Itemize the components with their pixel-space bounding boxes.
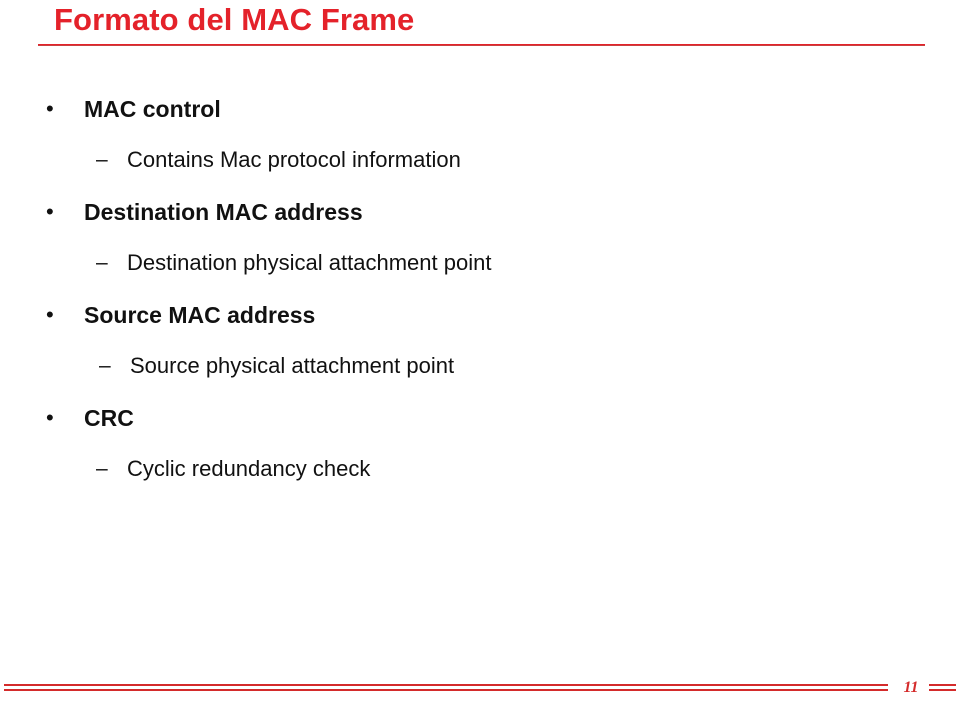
bullet-dot-icon: • [46, 199, 54, 224]
list-item-level1-label: Source MAC address [84, 302, 316, 328]
bullet-dash-icon: – [96, 148, 108, 171]
footer-divider-left [4, 684, 888, 692]
list-item-level2: – Contains Mac protocol information [0, 143, 960, 195]
bullet-group: • Destination MAC address – Destination … [0, 195, 960, 298]
list-item-level2-label: Destination physical attachment point [127, 250, 492, 275]
page-title: Formato del MAC Frame [54, 2, 415, 37]
list-item-level2: – Destination physical attachment point [0, 246, 960, 298]
bullet-dot-icon: • [46, 405, 54, 430]
footer-divider-right [929, 684, 956, 692]
bullet-dash-icon: – [99, 354, 111, 377]
bullet-group: • Source MAC address – Source physical a… [0, 298, 960, 401]
list-item-level2-label: Source physical attachment point [130, 353, 455, 378]
bullet-dot-icon: • [46, 302, 54, 327]
bullet-list: • MAC control – Contains Mac protocol in… [0, 92, 960, 504]
title-divider [38, 44, 925, 46]
list-item-level1: • Source MAC address [0, 298, 960, 349]
list-item-level2: – Cyclic redundancy check [0, 452, 960, 504]
bullet-dot-icon: • [46, 96, 54, 121]
list-item-level1-label: MAC control [84, 96, 221, 122]
list-item-level1-label: CRC [84, 405, 134, 431]
bullet-group: • MAC control – Contains Mac protocol in… [0, 92, 960, 195]
list-item-level1: • Destination MAC address [0, 195, 960, 246]
list-item-level2-label: Contains Mac protocol information [127, 147, 461, 172]
bullet-group: • CRC – Cyclic redundancy check [0, 401, 960, 504]
list-item-level2-label: Cyclic redundancy check [127, 456, 371, 481]
list-item-level1: • CRC [0, 401, 960, 452]
page-number: 11 [903, 679, 919, 696]
bullet-dash-icon: – [96, 457, 108, 480]
bullet-dash-icon: – [96, 251, 108, 274]
slide: Formato del MAC Frame • MAC control – Co… [0, 0, 960, 703]
list-item-level1: • MAC control [0, 92, 960, 143]
list-item-level1-label: Destination MAC address [84, 199, 363, 225]
list-item-level2: – Source physical attachment point [0, 349, 960, 401]
